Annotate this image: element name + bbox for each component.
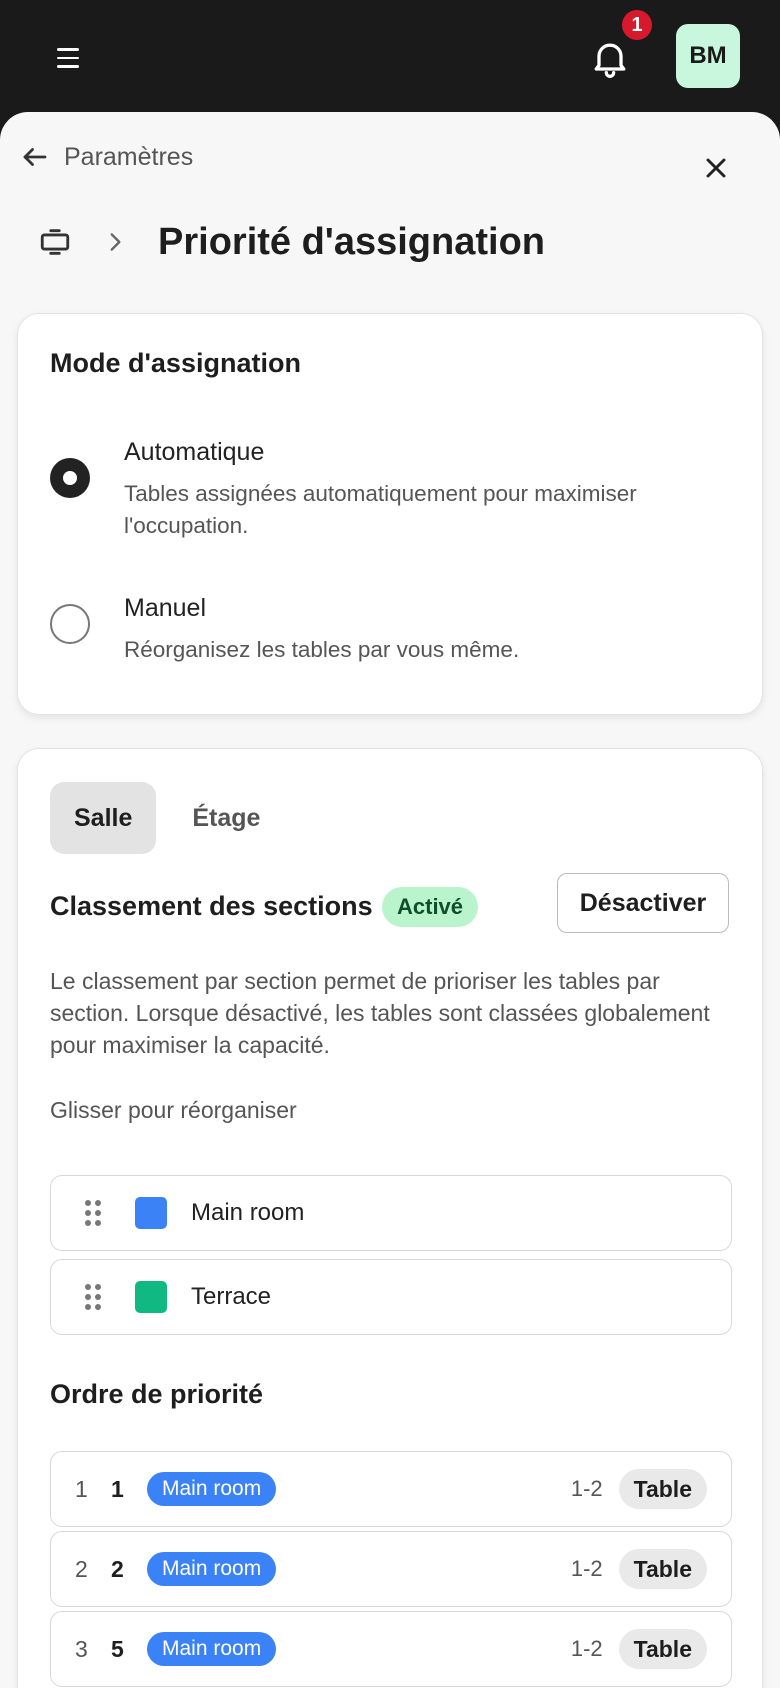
top-bar: 1 BM [0, 0, 780, 112]
table-row[interactable]: 1 1 Main room 1-2 Table [50, 1451, 732, 1527]
menu-icon[interactable] [50, 40, 86, 76]
section-color-swatch [135, 1281, 167, 1313]
option-title: Manuel [124, 594, 206, 622]
notifications-bell-icon[interactable] [588, 36, 632, 80]
arrow-left-icon [23, 148, 47, 166]
table-row[interactable]: 3 5 Main room 1-2 Table [50, 1611, 732, 1687]
back-button[interactable]: Paramètres [20, 142, 193, 172]
table-icon [40, 229, 70, 255]
radio-unselected-icon[interactable] [50, 604, 90, 644]
section-name: Main room [191, 1199, 305, 1226]
section-color-swatch [135, 1197, 167, 1229]
section-tag: Main room [147, 1472, 277, 1506]
radio-selected-icon[interactable] [50, 458, 90, 498]
section-tag: Main room [147, 1632, 277, 1666]
table-type-badge: Table [618, 1629, 707, 1669]
table-capacity: 1-2 [570, 1636, 603, 1661]
priority-rank: 3 [75, 1635, 88, 1662]
table-row[interactable]: 2 2 Main room 1-2 Table [50, 1531, 732, 1607]
option-description: Réorganisez les tables par vous même. [124, 637, 520, 662]
assignment-mode-card: Mode d'assignation Automatique Tables as… [17, 313, 763, 715]
floor-tabs: Salle Étage [50, 782, 284, 854]
page-title: Priorité d'assignation [158, 220, 545, 263]
user-avatar[interactable]: BM [676, 24, 740, 88]
table-type-badge: Table [618, 1549, 707, 1589]
drag-handle-icon[interactable] [85, 1284, 101, 1310]
section-row[interactable]: Terrace [50, 1259, 732, 1335]
table-number: 2 [111, 1555, 124, 1582]
notification-badge: 1 [622, 10, 652, 40]
tab-etage[interactable]: Étage [168, 782, 284, 854]
table-number: 5 [111, 1635, 124, 1662]
tab-salle[interactable]: Salle [50, 782, 157, 854]
back-label: Paramètres [64, 142, 194, 171]
option-title: Automatique [124, 438, 265, 466]
settings-sheet: Paramètres Priorité d'assignation Mode d… [0, 112, 780, 1688]
table-number: 1 [111, 1475, 124, 1502]
radio-option-manual[interactable]: Manuel Réorganisez les tables par vous m… [50, 594, 730, 662]
chevron-right-icon [110, 233, 121, 251]
table-capacity: 1-2 [570, 1476, 603, 1501]
assignment-mode-title: Mode d'assignation [50, 348, 301, 378]
section-name: Terrace [191, 1283, 272, 1310]
drag-handle-icon[interactable] [85, 1200, 101, 1226]
close-icon[interactable] [700, 152, 732, 184]
status-badge: Activé [382, 887, 479, 927]
drag-hint: Glisser pour réorganiser [50, 1097, 297, 1123]
section-priority-card: Salle Étage Classement des sections Acti… [17, 748, 763, 1688]
priority-rank: 2 [75, 1555, 88, 1582]
section-ranking-description: Le classement par section permet de prio… [50, 968, 710, 1058]
priority-rank: 1 [75, 1475, 88, 1502]
section-row[interactable]: Main room [50, 1175, 732, 1251]
table-type-badge: Table [618, 1469, 707, 1509]
section-ranking-title: Classement des sections [50, 891, 373, 921]
priority-order-title: Ordre de priorité [50, 1379, 264, 1409]
section-tag: Main room [147, 1552, 277, 1586]
option-description: Tables assignées automatiquement pour ma… [124, 481, 637, 538]
disable-button[interactable]: Désactiver [557, 873, 729, 933]
radio-option-automatic[interactable]: Automatique Tables assignées automatique… [50, 438, 730, 538]
breadcrumb: Priorité d'assignation [38, 212, 545, 272]
table-capacity: 1-2 [570, 1556, 603, 1581]
